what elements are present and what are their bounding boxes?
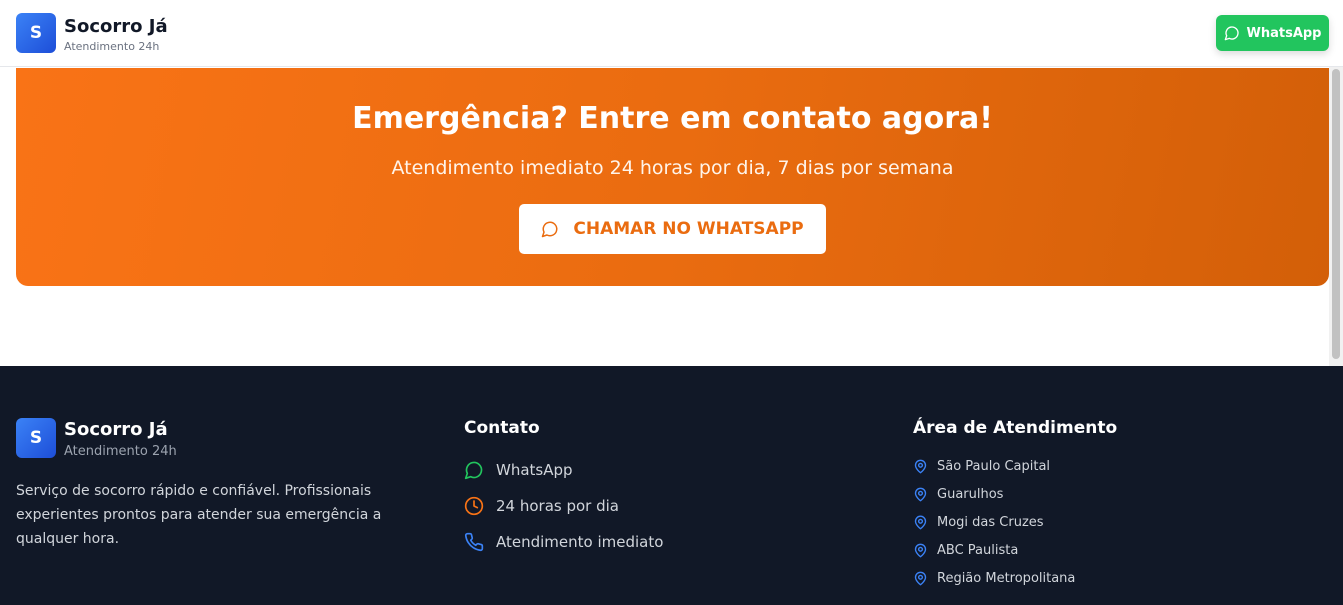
logo-icon[interactable]: S: [16, 13, 56, 53]
contact-item-label: Atendimento imediato: [496, 533, 664, 551]
map-pin-icon: [914, 459, 927, 474]
header-whatsapp-label: WhatsApp: [1246, 25, 1322, 41]
contact-item-immediate: Atendimento imediato: [464, 532, 663, 552]
footer-description: Serviço de socorro rápido e confiável. P…: [16, 483, 382, 547]
area-item: Guarulhos: [913, 487, 1003, 502]
map-pin-icon: [914, 487, 927, 502]
area-item-label: ABC Paulista: [937, 543, 1019, 558]
call-whatsapp-label: CHAMAR NO WHATSAPP: [573, 219, 804, 239]
message-circle-icon: [542, 221, 558, 238]
clock-icon: [464, 496, 484, 516]
service-area-heading: Área de Atendimento: [913, 418, 1118, 438]
phone-icon: [464, 532, 484, 552]
brand-name[interactable]: Socorro Já: [64, 16, 168, 38]
map-pin-icon: [914, 543, 927, 558]
contact-item-whatsapp[interactable]: WhatsApp: [464, 460, 573, 480]
contact-item-label: 24 horas por dia: [496, 497, 619, 515]
area-item-label: Guarulhos: [937, 487, 1004, 502]
message-circle-icon: [464, 461, 483, 480]
contact-item-label: WhatsApp: [496, 461, 573, 479]
footer-brand-tagline: Atendimento 24h: [64, 444, 177, 459]
contact-heading: Contato: [464, 418, 540, 438]
area-item-label: Mogi das Cruzes: [937, 515, 1044, 530]
cta-subtitle: Atendimento imediato 24 horas por dia, 7…: [391, 157, 954, 179]
footer-brand-name: Socorro Já: [64, 419, 168, 440]
map-pin-icon: [914, 571, 927, 586]
scrollbar-thumb[interactable]: [1332, 69, 1340, 359]
area-item: ABC Paulista: [913, 543, 1018, 558]
page-scrollbar[interactable]: [1329, 67, 1343, 366]
site-footer: S Socorro Já Atendimento 24h Serviço de …: [0, 366, 1343, 605]
area-item-label: São Paulo Capital: [937, 459, 1051, 474]
logo-letter: S: [29, 23, 43, 43]
footer-logo-letter: S: [29, 428, 43, 448]
footer-logo-icon[interactable]: S: [16, 418, 56, 458]
header-whatsapp-button[interactable]: WhatsApp: [1216, 15, 1329, 51]
area-item: São Paulo Capital: [913, 459, 1050, 474]
message-circle-icon: [1224, 26, 1239, 41]
area-item: Região Metropolitana: [913, 571, 1075, 586]
map-pin-icon: [914, 515, 927, 530]
area-item-label: Região Metropolitana: [937, 571, 1076, 586]
call-whatsapp-button[interactable]: CHAMAR NO WHATSAPP: [519, 204, 826, 254]
site-header: S Socorro Já Atendimento 24h WhatsApp: [0, 0, 1343, 67]
area-item: Mogi das Cruzes: [913, 515, 1044, 530]
emergency-cta-banner: Emergência? Entre em contato agora! Aten…: [16, 68, 1329, 286]
brand-tagline: Atendimento 24h: [64, 40, 160, 53]
contact-item-hours: 24 horas por dia: [464, 496, 619, 516]
cta-title: Emergência? Entre em contato agora!: [352, 101, 993, 136]
